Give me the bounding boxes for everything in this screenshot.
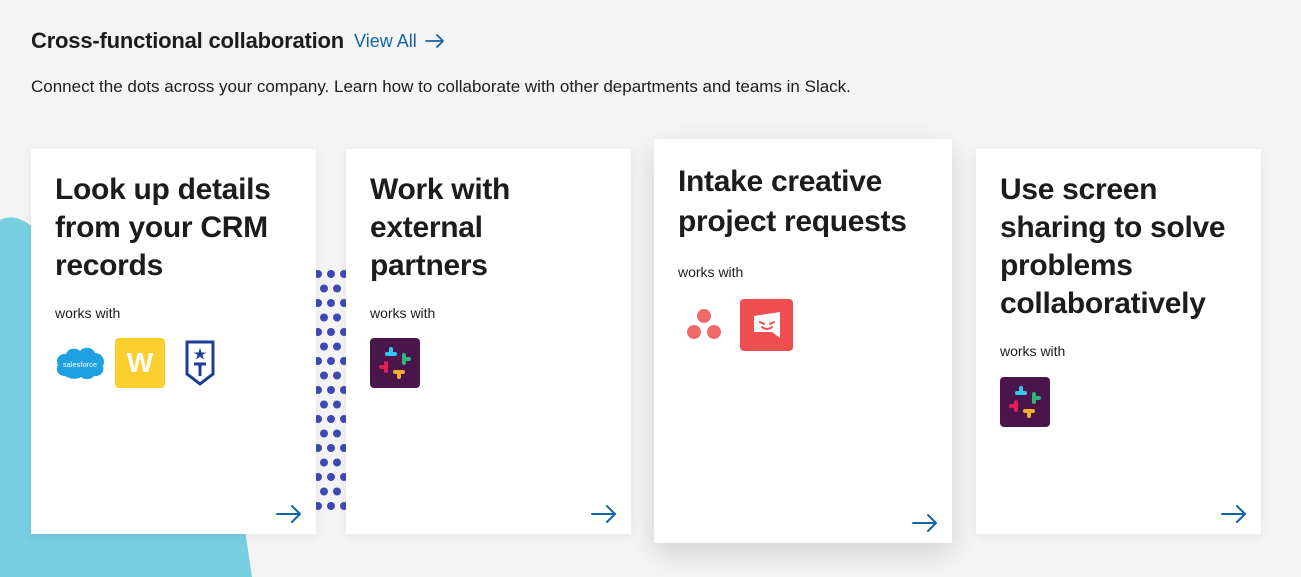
integration-logos — [1000, 377, 1068, 427]
dot — [327, 357, 335, 365]
dot — [327, 328, 335, 336]
arrow-right-icon[interactable] — [1221, 504, 1247, 524]
dot — [327, 473, 335, 481]
card-title: Look up details from your CRM records — [55, 173, 271, 282]
integration-logos — [370, 338, 438, 388]
section-header: Cross-functional collaboration View All — [31, 28, 445, 54]
dot — [320, 429, 328, 438]
arrow-right-icon[interactable] — [276, 504, 302, 524]
dot — [333, 284, 341, 293]
dot — [320, 400, 328, 409]
works-with-label: works with — [55, 305, 121, 321]
card-crm-records[interactable]: Look up details from your CRM records wo… — [31, 149, 316, 534]
troops-logo — [185, 338, 215, 388]
salesforce-logo: salesforce — [55, 338, 105, 388]
view-all-link[interactable]: View All — [354, 31, 445, 52]
workfront-logo — [740, 299, 793, 351]
dot — [320, 313, 328, 322]
card-title: Work with external partners — [370, 173, 511, 282]
section-description: Connect the dots across your company. Le… — [31, 77, 851, 96]
asana-logo — [678, 300, 730, 350]
dot — [333, 400, 341, 409]
dot — [320, 371, 328, 380]
section-title: Cross-functional collaboration — [31, 28, 345, 53]
slack-logo — [1000, 377, 1050, 427]
dot — [327, 502, 335, 510]
card-title: Intake creative project requests — [678, 165, 907, 238]
dot — [333, 313, 341, 322]
dot — [333, 487, 341, 496]
dot — [327, 415, 335, 423]
dot — [333, 429, 341, 438]
card-external-partners[interactable]: Work with external partners works with — [346, 149, 631, 534]
dot — [333, 342, 341, 351]
dot — [333, 458, 341, 467]
works-with-label: works with — [1000, 343, 1066, 359]
dot — [327, 270, 335, 278]
dot — [333, 371, 341, 380]
workato-logo-text: W — [126, 347, 154, 378]
dot — [327, 386, 335, 394]
dot — [320, 342, 328, 351]
card-screen-sharing[interactable]: Use screen sharing to solve problems col… — [976, 149, 1261, 534]
dot — [320, 284, 328, 293]
view-all-label: View All — [354, 30, 417, 51]
integration-logos: salesforce W — [55, 338, 233, 388]
card-creative-requests[interactable]: Intake creative project requests works w… — [654, 139, 952, 543]
integration-logos — [678, 299, 811, 351]
card-title: Use screen sharing to solve problems col… — [1000, 173, 1226, 320]
dot — [320, 458, 328, 467]
arrow-right-icon[interactable] — [591, 504, 617, 524]
arrow-right-icon — [424, 34, 444, 48]
dot — [327, 299, 335, 307]
workato-logo: W — [115, 338, 165, 388]
dot — [320, 487, 328, 496]
works-with-label: works with — [370, 305, 436, 321]
works-with-label: works with — [678, 264, 744, 280]
slack-logo — [370, 338, 420, 388]
arrow-right-icon[interactable] — [912, 513, 938, 533]
dot — [327, 444, 335, 452]
salesforce-logo-text: salesforce — [63, 360, 97, 369]
